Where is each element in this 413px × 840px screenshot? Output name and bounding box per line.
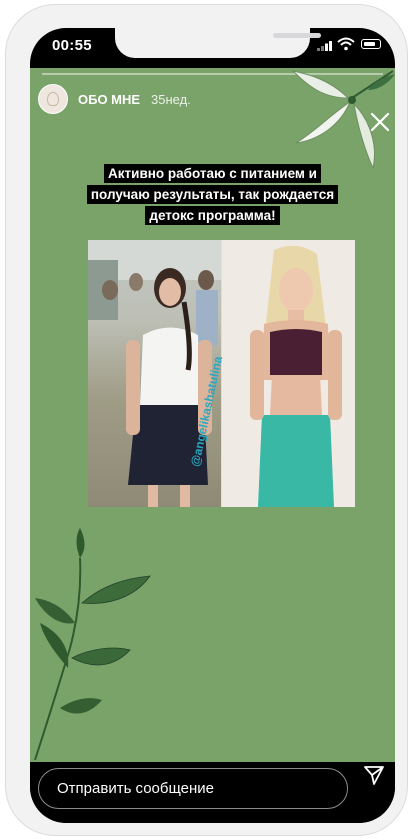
phone-frame: 00:55 ОБО МНЕ 35нед. Активно работаю с п… <box>5 4 408 836</box>
caption-line: Активно работаю с питанием и <box>104 164 321 183</box>
screen: 00:55 ОБО МНЕ 35нед. Активно работаю с п… <box>30 28 395 823</box>
before-after-photo: @angelikashatulina <box>88 240 355 507</box>
close-icon[interactable] <box>368 110 392 134</box>
after-photo-figure <box>250 245 342 507</box>
story-time-ago: 35нед. <box>151 92 191 107</box>
send-message-input[interactable]: Отправить сообщение <box>38 768 348 809</box>
send-icon[interactable] <box>363 764 385 786</box>
wifi-icon <box>337 37 355 51</box>
story-caption: Активно работаю с питанием и получаю рез… <box>36 163 389 226</box>
signal-icon <box>317 41 332 51</box>
status-time: 00:55 <box>52 37 92 54</box>
leaf-branch-icon <box>34 528 151 761</box>
avatar[interactable] <box>38 84 68 114</box>
battery-icon <box>361 39 381 49</box>
profile-name[interactable]: ОБО МНЕ <box>78 92 140 107</box>
notch <box>115 28 321 58</box>
after-photo <box>222 240 355 507</box>
story-view[interactable]: ОБО МНЕ 35нед. Активно работаю с питание… <box>30 68 395 762</box>
caption-line: получаю результаты, так рождается <box>86 185 339 204</box>
caption-line: детокс программа! <box>145 206 280 225</box>
speaker <box>273 33 321 38</box>
